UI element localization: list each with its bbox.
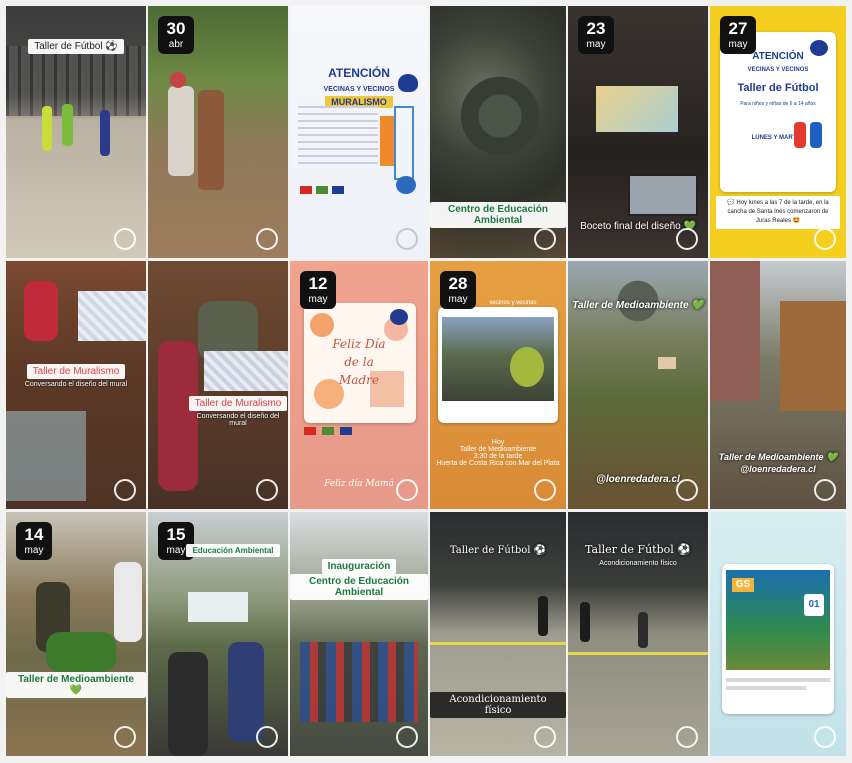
story-select-circle[interactable] xyxy=(114,726,136,748)
story-caption: Taller de Fútbol ⚽ xyxy=(28,39,124,54)
story-tile-27-may[interactable]: ATENCIÓN VECINAS Y VECINOS Taller de Fút… xyxy=(710,6,846,258)
story-select-circle[interactable] xyxy=(114,479,136,501)
story-select-circle[interactable] xyxy=(676,726,698,748)
story-tile-muralismo-1[interactable]: Taller de Muralismo Conversando el diseño… xyxy=(6,261,146,509)
story-caption: Taller de Medioambiente 💚 xyxy=(6,672,146,698)
event-line-3: 3:30 de la tarde xyxy=(473,453,523,460)
story-tile-14-may[interactable]: 14 may Taller de Medioambiente 💚 xyxy=(6,512,146,756)
story-handle: @loenredadera.cl xyxy=(596,474,680,485)
story-tile-futbol-1[interactable]: Taller de Fútbol ⚽ xyxy=(6,6,146,258)
story-note: 💬 Hoy lunes a las 7 de la tarde, en la c… xyxy=(716,196,840,229)
story-handle: @loenredadera.cl xyxy=(740,464,816,474)
signature: Feliz día Mamá xyxy=(324,479,394,489)
story-tile-medioambiente-1[interactable]: Taller de Medioambiente 💚 @loenredadera.… xyxy=(568,261,708,509)
story-subcaption: Conversando el diseño del mural xyxy=(24,381,128,388)
story-tile-gs-post[interactable]: GS 01 xyxy=(710,512,846,756)
story-bottom-caption: Acondicionamiento físico xyxy=(430,692,566,718)
story-subcaption: Conversando el diseño del mural xyxy=(196,413,280,427)
story-tile-23-may[interactable]: 23 may Boceto final del diseño 💚 xyxy=(568,6,708,258)
date-badge: 12 may xyxy=(300,271,336,309)
story-caption: Taller de Medioambiente 💚 xyxy=(572,300,704,311)
event-line-4: Huerta de Costa Rica con Mar del Plata xyxy=(436,460,560,467)
story-select-circle[interactable] xyxy=(534,479,556,501)
event-line-1: Hoy xyxy=(491,439,505,446)
heart-icon xyxy=(398,74,418,92)
date-badge: 28 may xyxy=(440,271,476,309)
story-select-circle[interactable] xyxy=(676,228,698,250)
story-select-circle[interactable] xyxy=(256,479,278,501)
story-tile-30-abr[interactable]: 30 abr xyxy=(148,6,288,258)
date-badge: 30 abr xyxy=(158,16,194,54)
date-badge: 23 may xyxy=(578,16,614,54)
story-subcaption: Acondicionamiento físico xyxy=(599,560,677,567)
story-select-circle[interactable] xyxy=(534,228,556,250)
story-select-circle[interactable] xyxy=(396,479,418,501)
story-tile-muralismo-2[interactable]: Taller de Muralismo Conversando el diseño… xyxy=(148,261,288,509)
story-select-circle[interactable] xyxy=(396,726,418,748)
story-caption: Educación Ambiental xyxy=(186,544,280,557)
stories-grid: Taller de Fútbol ⚽ 30 abr ATENCIÓN VECINA… xyxy=(0,0,852,763)
story-caption: Taller de Muralismo xyxy=(188,396,288,411)
date-badge: 14 may xyxy=(16,522,52,560)
story-caption-2: Centro de Educación Ambiental xyxy=(290,574,428,600)
story-tile-medioambiente-2[interactable]: Taller de Medioambiente 💚 @loenredadera.… xyxy=(710,261,846,509)
story-select-circle[interactable] xyxy=(396,228,418,250)
story-caption: Taller de Muralismo xyxy=(26,364,126,379)
story-tile-15-may[interactable]: 15 may Educación Ambiental xyxy=(148,512,288,756)
story-select-circle[interactable] xyxy=(676,479,698,501)
event-date: 01 xyxy=(804,594,824,616)
story-caption-1: Inauguración xyxy=(321,559,397,574)
story-select-circle[interactable] xyxy=(256,726,278,748)
story-tile-inauguracion[interactable]: Inauguración Centro de Educación Ambient… xyxy=(290,512,428,756)
brand-logo: GS xyxy=(732,578,754,592)
heart-icon xyxy=(810,40,828,56)
story-select-circle[interactable] xyxy=(814,479,836,501)
story-tile-centro-educacion[interactable]: Centro de Educación Ambiental xyxy=(430,6,566,258)
poster-headline-2: VECINAS Y VECINOS xyxy=(747,67,809,73)
story-select-circle[interactable] xyxy=(814,726,836,748)
story-caption: Centro de Educación Ambiental xyxy=(430,202,566,228)
heart-icon xyxy=(390,309,408,325)
event-line-2: Taller de Medioambiente xyxy=(459,446,537,453)
story-tile-futbol-2[interactable]: Taller de Fútbol ⚽ Acondicionamiento fís… xyxy=(430,512,566,756)
story-select-circle[interactable] xyxy=(256,228,278,250)
story-select-circle[interactable] xyxy=(114,228,136,250)
poster-top-text: vecinos y vecinas xyxy=(489,300,537,306)
story-caption: Taller de Fútbol ⚽ xyxy=(585,543,691,556)
poster-title: Feliz Día de la Madre xyxy=(332,337,386,387)
poster-subtitle: Para niños y niñas de 6 a 14 años xyxy=(740,101,816,107)
story-select-circle[interactable] xyxy=(534,726,556,748)
story-tile-28-may[interactable]: vecinos y vecinas 28 may Hoy Taller de Med… xyxy=(430,261,566,509)
story-tile-12-may[interactable]: Feliz Día de la Madre 12 may Feliz día Ma… xyxy=(290,261,428,509)
story-caption: Taller de Fútbol ⚽ xyxy=(449,545,547,556)
story-select-circle[interactable] xyxy=(814,228,836,250)
story-tile-9-may[interactable]: ATENCIÓN VECINAS Y VECINOS MURALISMO xyxy=(290,6,428,258)
story-tile-futbol-3[interactable]: Taller de Fútbol ⚽ Acondicionamiento físi… xyxy=(568,512,708,756)
date-badge: 27 may xyxy=(720,16,756,54)
